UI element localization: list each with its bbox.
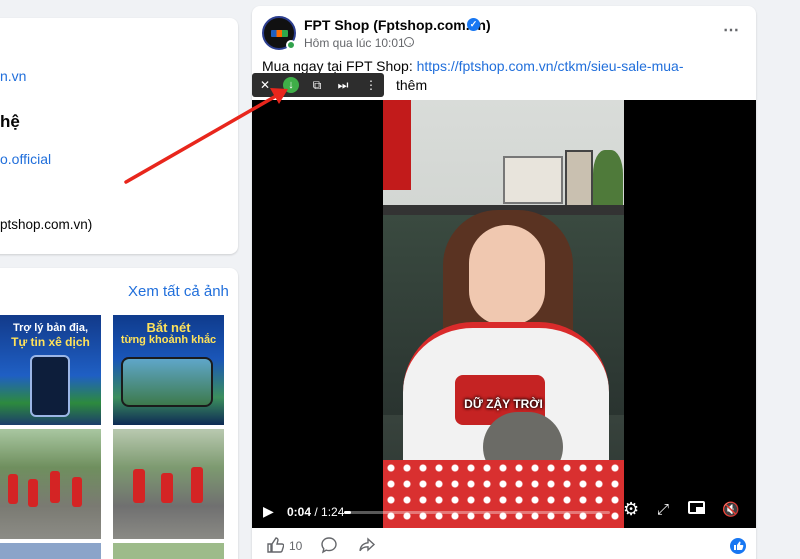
play-button[interactable]: ▶ [263, 503, 274, 520]
contact-heading: hệ [0, 112, 20, 131]
polka-dot-pants [383, 460, 624, 528]
post-link[interactable]: https://fptshop.com.vn/ctkm/sieu-sale-mu… [417, 58, 684, 74]
page-name-text: ptshop.com.vn) [0, 217, 93, 232]
page-name-link[interactable]: FPT Shop (Fptshop.com.vn) [304, 17, 491, 33]
see-more-link[interactable]: thêm [396, 77, 427, 93]
pip-icon[interactable]: ⧉ [304, 73, 330, 97]
post-actions: 10 [252, 530, 756, 559]
menu-icon[interactable]: ⋮ [358, 73, 384, 97]
settings-gear-icon[interactable]: ⚙ [623, 499, 639, 520]
progress-fill [344, 511, 351, 514]
download-button[interactable]: ↓ [278, 73, 304, 97]
phone-image [30, 355, 70, 417]
thumbnail-title-line1: Bắt nét [146, 320, 191, 335]
comment-icon[interactable] [320, 536, 338, 554]
time-current: 0:04 [287, 505, 312, 519]
see-all-photos-link[interactable]: Xem tất cả ảnh [128, 283, 229, 300]
video-caption: DỮ ZẬY TRỜI [464, 397, 543, 411]
download-icon: ↓ [283, 77, 299, 93]
video-download-toolbar: ✕ ↓ ⧉ ⏭ ⋮ [252, 73, 384, 97]
thumbnail-title-line2: từng khoảnh khắc [120, 334, 217, 346]
fpt-logo-icon [271, 30, 288, 37]
video-time: 0:04 / 1:24 [287, 505, 344, 519]
video-frame: DỮ ZẬY TRỜI [383, 100, 624, 528]
fullscreen-icon[interactable]: ⤢ [657, 501, 669, 518]
share-icon[interactable] [358, 536, 376, 554]
photo-thumbnail[interactable]: Trợ lý bản địa, Tự tin xê dịch [0, 315, 101, 425]
photo-thumbnail[interactable]: Bắt nét từng khoảnh khắc [113, 315, 224, 425]
post-timestamp[interactable]: Hôm qua lúc 10:01 · [304, 36, 412, 50]
website-link[interactable]: n.vn [0, 68, 26, 84]
online-status-dot [286, 40, 296, 50]
verified-badge-icon: ✓ [467, 18, 480, 31]
video-player[interactable]: DỮ ZẬY TRỜI [252, 100, 756, 528]
post-options-button[interactable]: ⋯ [723, 20, 740, 40]
globe-icon [404, 37, 414, 47]
like-count: 10 [289, 539, 303, 553]
photo-thumbnail[interactable] [113, 429, 224, 539]
intro-card: n.vn hệ o.official ptshop.com.vn) [0, 18, 238, 254]
skip-icon[interactable]: ⏭ [330, 73, 356, 97]
photo-thumbnail[interactable] [113, 543, 224, 559]
time-separator: / [311, 505, 322, 519]
post-text-prefix: Mua ngay tại FPT Shop: [262, 58, 417, 74]
photo-thumbnail[interactable] [0, 429, 101, 539]
phone-image [121, 357, 213, 407]
thumbnail-title-line2: Tự tin xê dịch [11, 335, 90, 349]
time-total: 1:24 [321, 505, 345, 519]
video-progress-bar[interactable] [344, 511, 610, 514]
thumbnail-title-line1: Trợ lý bản địa, [12, 322, 89, 334]
social-link[interactable]: o.official [0, 151, 51, 167]
like-icon[interactable] [266, 536, 284, 554]
photo-thumbnail[interactable] [0, 543, 101, 559]
photos-card: Xem tất cả ảnh Trợ lý bản địa, Tự tin xê… [0, 268, 238, 559]
close-icon[interactable]: ✕ [252, 73, 278, 97]
framed-poster [503, 156, 563, 204]
reaction-like-icon[interactable] [730, 538, 746, 554]
picture-in-picture-icon[interactable] [688, 501, 705, 514]
face [469, 225, 545, 325]
mute-icon[interactable]: 🔇 [722, 501, 739, 518]
